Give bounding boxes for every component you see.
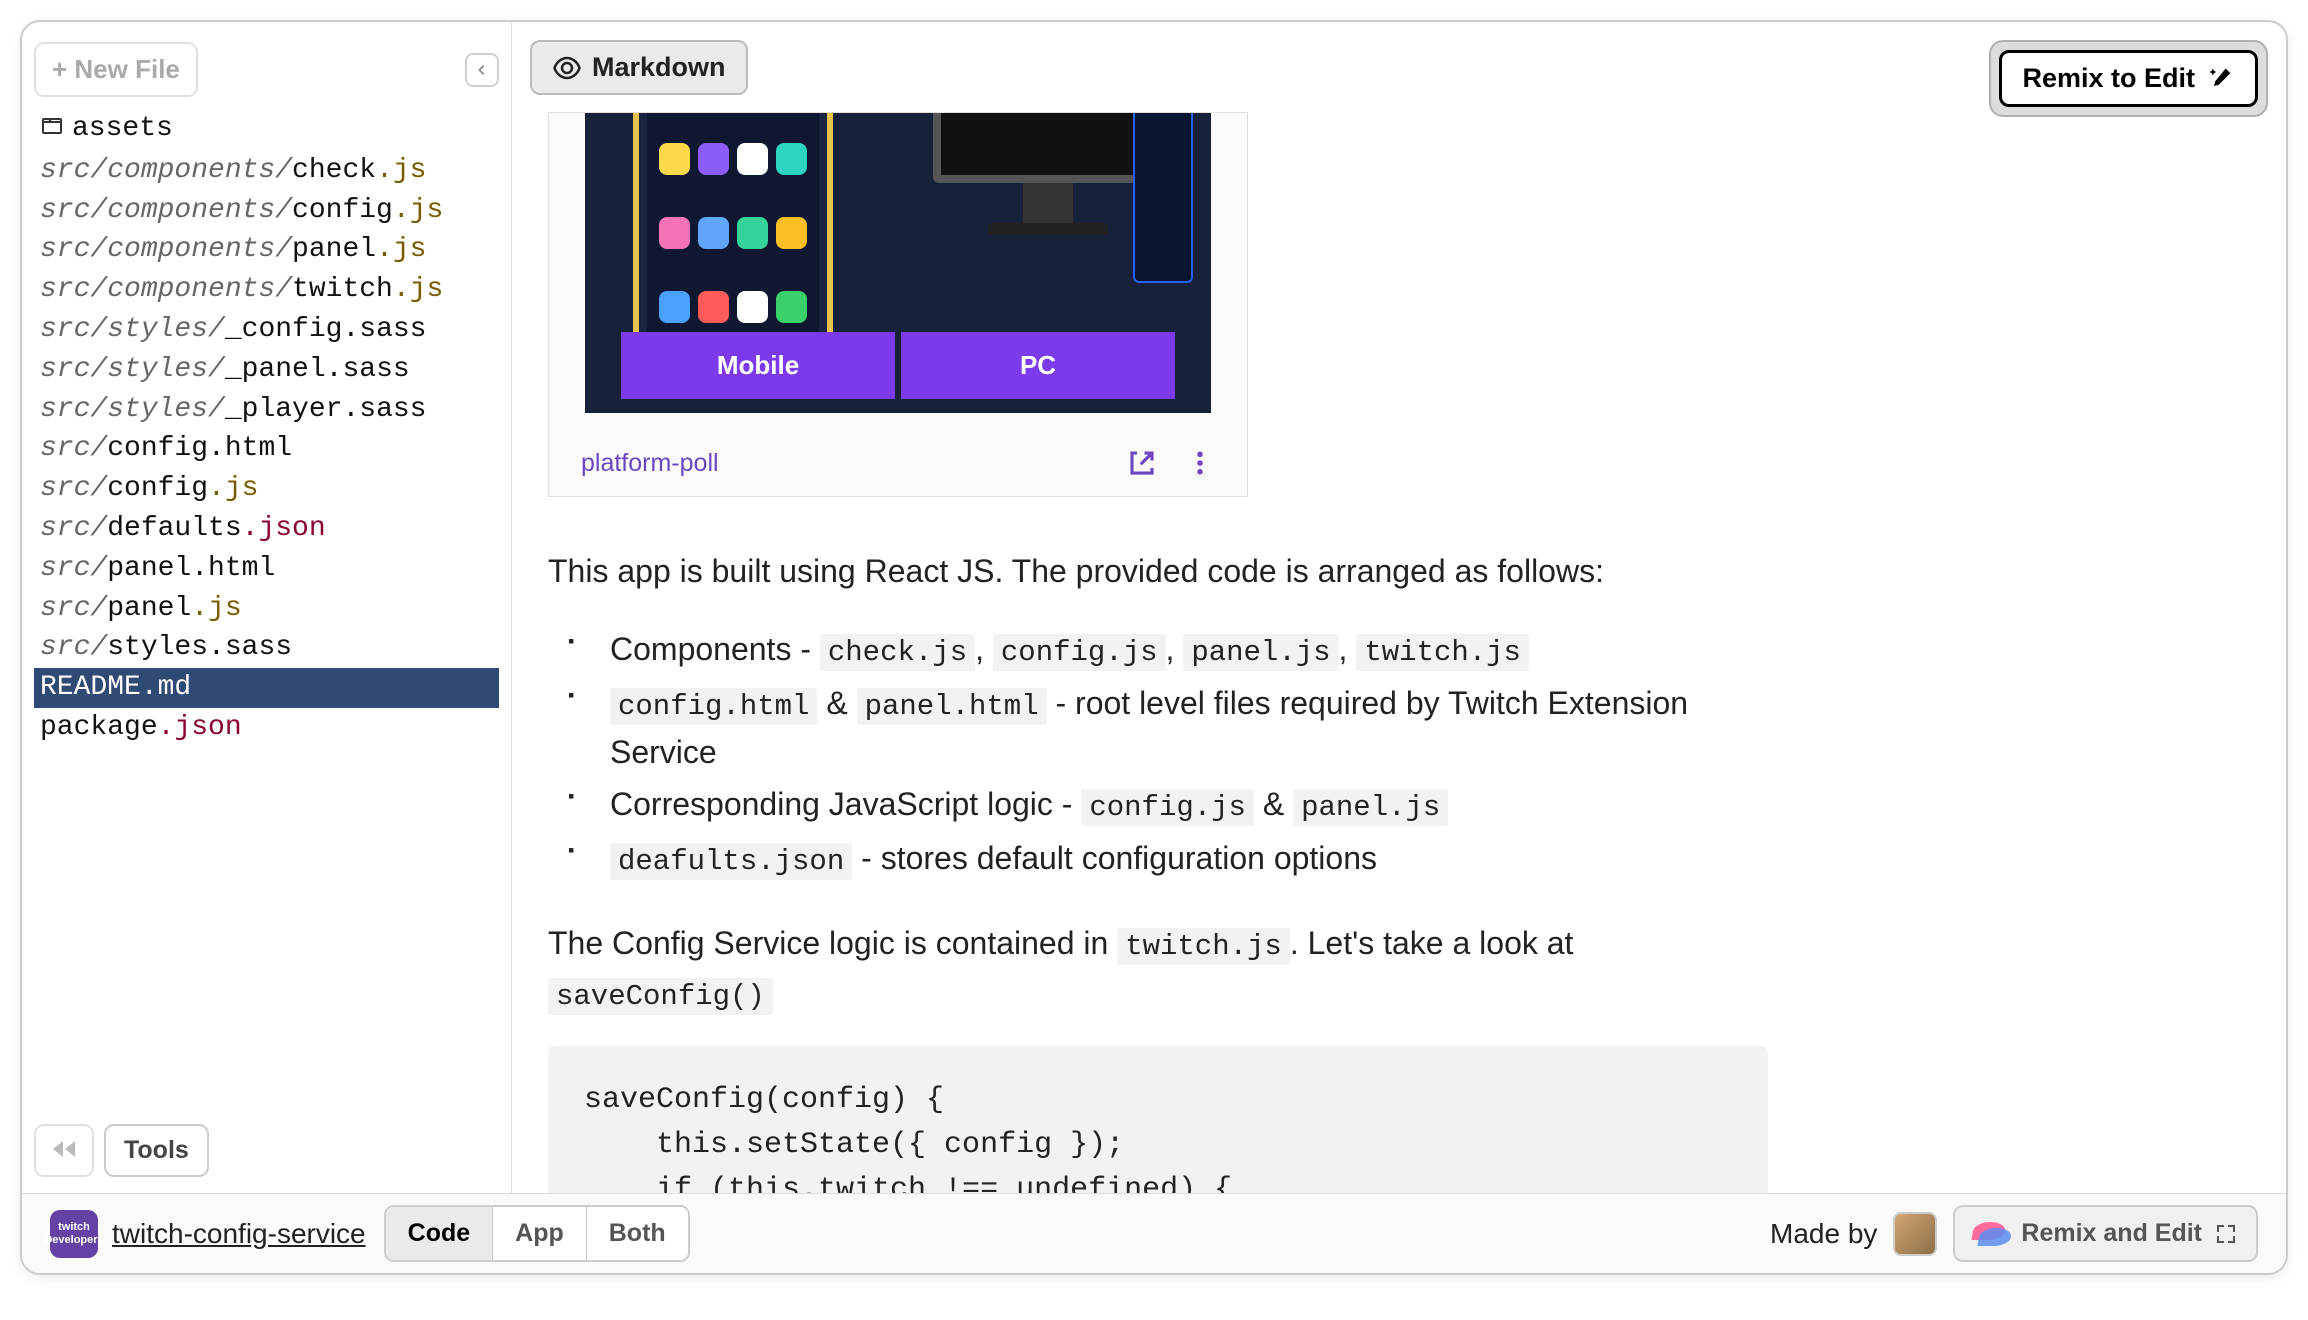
sidebar-bottom: Tools [34,1112,499,1177]
bullet-list: Components - check.js, config.js, panel.… [548,623,1768,885]
main-area: + New File assetssrc/components/check.js… [22,22,2286,1193]
app-frame: + New File assetssrc/components/check.js… [20,20,2288,1275]
user-avatar[interactable] [1893,1212,1937,1256]
document-content: Mobile PC platform-poll This a [548,112,1768,1193]
preview-footer-label: platform-poll [581,449,719,478]
code-block: saveConfig(config) { this.setState({ con… [548,1046,1768,1193]
glitch-icon [1973,1220,2009,1248]
file-row[interactable]: src/panel.js [34,589,499,629]
app-preview-image: Mobile PC platform-poll [548,112,1248,497]
file-row[interactable]: src/components/twitch.js [34,270,499,310]
sidebar-top: + New File [34,42,499,97]
list-item: Corresponding JavaScript logic - config.… [610,778,1768,832]
file-row[interactable]: src/config.js [34,469,499,509]
list-item: deafults.json - stores default configura… [610,832,1768,886]
remix-and-edit-button[interactable]: Remix and Edit [1953,1205,2258,1262]
file-row[interactable]: src/components/config.js [34,191,499,231]
remix-footer-label: Remix and Edit [2021,1219,2202,1248]
sidebar: + New File assetssrc/components/check.js… [22,22,512,1193]
microphone-icon [2207,65,2235,93]
twitch-logo-icon: twitchDevelopers [50,1210,98,1258]
footer-right: Made by Remix and Edit [1770,1205,2258,1262]
more-vertical-icon [1185,448,1215,478]
chevron-left-icon [475,63,489,77]
remix-to-edit-button[interactable]: Remix to Edit [1999,50,2258,107]
list-item: config.html & panel.html - root level fi… [610,677,1768,779]
file-row[interactable]: src/components/panel.js [34,230,499,270]
pc-tower-illustration [1133,112,1193,283]
file-row[interactable]: src/styles/_config.sass [34,310,499,350]
list-item: Components - check.js, config.js, panel.… [610,623,1768,677]
file-row[interactable]: assets [34,109,499,151]
tab-both[interactable]: Both [587,1207,688,1260]
file-row[interactable]: package.json [34,708,499,748]
rewind-icon [50,1139,78,1159]
content-area: Markdown Remix to Edit [512,22,2286,1193]
poll-pc-button: PC [901,332,1175,399]
file-row[interactable]: src/components/check.js [34,151,499,191]
rewind-button[interactable] [34,1124,94,1177]
markdown-label: Markdown [592,52,726,83]
file-row[interactable]: src/defaults.json [34,509,499,549]
remix-wrap: Remix to Edit [1989,40,2268,117]
popout-icon [1127,448,1157,478]
collapse-sidebar-button[interactable] [465,53,499,87]
made-by-label: Made by [1770,1218,1877,1250]
view-toggle-group: Code App Both [384,1205,690,1262]
footer-left: twitchDevelopers twitch-config-service C… [50,1205,690,1262]
file-row[interactable]: src/config.html [34,429,499,469]
file-row[interactable]: src/styles.sass [34,628,499,668]
poll-mobile-button: Mobile [621,332,895,399]
new-file-button[interactable]: + New File [34,42,198,97]
intro-paragraph: This app is built using React JS. The pr… [548,547,1768,595]
remix-label: Remix to Edit [2022,63,2195,94]
tab-code[interactable]: Code [386,1207,494,1260]
document-scroll[interactable]: Mobile PC platform-poll This a [548,112,2250,1193]
eye-icon [552,53,582,83]
config-paragraph: The Config Service logic is contained in… [548,919,1768,1018]
tools-button[interactable]: Tools [104,1124,209,1177]
expand-icon [2214,1222,2238,1246]
tab-app[interactable]: App [493,1207,587,1260]
monitor-illustration [933,112,1163,243]
file-row[interactable]: src/panel.html [34,549,499,589]
project-name-link[interactable]: twitch-config-service [112,1218,366,1250]
folder-icon [40,115,64,146]
file-row[interactable]: src/styles/_player.sass [34,390,499,430]
file-list[interactable]: assetssrc/components/check.jssrc/compone… [34,109,499,1112]
file-row[interactable]: src/styles/_panel.sass [34,350,499,390]
footer-bar: twitchDevelopers twitch-config-service C… [22,1193,2286,1273]
file-row[interactable]: README.md [34,668,499,708]
markdown-toggle-button[interactable]: Markdown [530,40,748,95]
